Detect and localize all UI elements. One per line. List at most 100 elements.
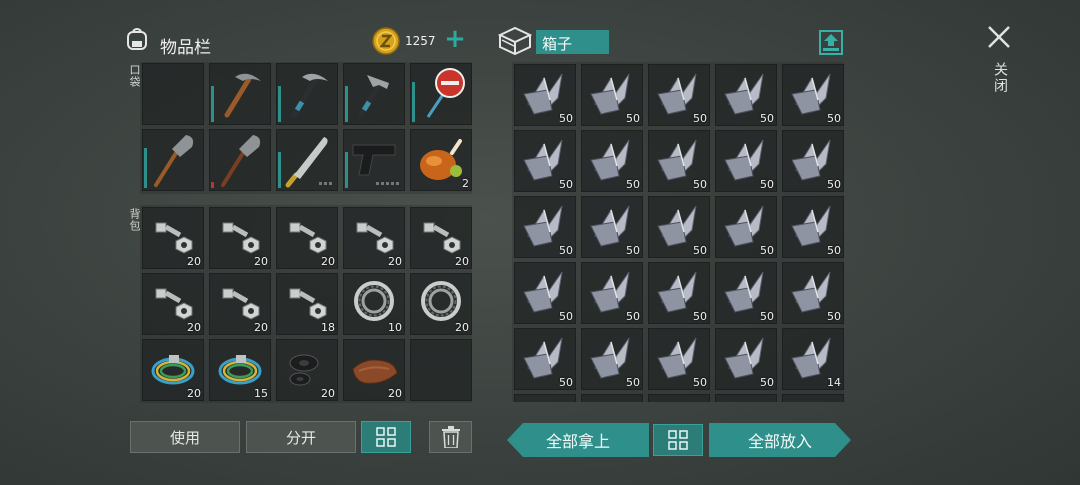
box-slot[interactable]: 50 [648,196,710,258]
pocket-slot-shovel[interactable] [209,129,271,191]
upload-icon [819,30,843,55]
slot-quantity: 50 [827,178,841,191]
box-slot[interactable]: 50 [581,130,643,192]
box-slot[interactable]: 50 [648,64,710,126]
trash-button[interactable] [429,421,472,453]
pocket-slot-pistol[interactable] [343,129,405,191]
box-slot[interactable]: 50 [581,262,643,324]
slot-quantity: 20 [455,321,469,334]
pocket-slot-pickaxe[interactable] [209,63,271,125]
box-slot[interactable]: 50 [514,64,576,126]
slot-quantity: 20 [187,255,201,268]
shovel-icon [154,135,194,187]
box-slot-partial[interactable] [648,394,710,402]
slot-quantity: 50 [626,112,640,125]
backpack-slot[interactable]: 20 [410,207,472,269]
box-slot[interactable]: 50 [581,328,643,390]
close-label: 关闭 [992,62,1008,94]
box-slot[interactable]: 50 [514,196,576,258]
backpack-slot[interactable]: 20 [209,273,271,335]
box-slot[interactable]: 14 [782,328,844,390]
box-slot[interactable]: 50 [581,64,643,126]
pocket-slot-pickaxe[interactable] [276,63,338,125]
box-slot-partial[interactable] [782,394,844,402]
sort-box-button[interactable] [653,424,703,456]
backpack-slot[interactable]: 20 [343,339,405,401]
put-all-button[interactable]: 全部放入 [709,423,851,457]
coin-icon [372,27,400,55]
box-slot[interactable]: 50 [715,130,777,192]
box-slot-partial[interactable] [514,394,576,402]
close-button[interactable] [986,24,1012,50]
backpack-slot[interactable]: 20 [142,273,204,335]
slot-quantity: 20 [187,387,201,400]
slot-quantity: 50 [559,112,573,125]
box-slot[interactable]: 50 [514,262,576,324]
slot-quantity: 20 [388,387,402,400]
box-slot[interactable]: 50 [715,64,777,126]
slot-quantity: 20 [254,255,268,268]
slot-quantity: 50 [559,178,573,191]
slot-quantity: 50 [693,310,707,323]
box-slot[interactable]: 50 [648,328,710,390]
backpack-slot[interactable]: 20 [209,207,271,269]
pocket-slot-stop-sign[interactable] [410,63,472,125]
backpack-slot[interactable]: 15 [209,339,271,401]
box-slot[interactable]: 50 [514,130,576,192]
pocket-slot-machete[interactable] [276,129,338,191]
box-slot[interactable]: 50 [514,328,576,390]
box-slot[interactable]: 50 [782,64,844,126]
backpack-slot[interactable]: 20 [142,207,204,269]
backpack-slot[interactable]: 20 [410,273,472,335]
hammer-icon [358,75,389,118]
slot-quantity: 50 [559,376,573,389]
split-button[interactable]: 分开 [246,421,356,453]
box-slot[interactable]: 50 [782,196,844,258]
add-coins-button[interactable]: + [444,24,466,54]
backpack-icon [124,26,150,52]
box-slot[interactable]: 50 [715,262,777,324]
box-slot[interactable]: 50 [782,262,844,324]
slot-quantity: 2 [462,177,469,190]
slot-quantity: 50 [693,178,707,191]
pocket-slot-empty[interactable] [142,63,204,125]
backpack-slot[interactable]: 20 [343,207,405,269]
backpack-slot[interactable]: 20 [276,207,338,269]
backpack-slot[interactable]: 10 [343,273,405,335]
slot-quantity: 50 [626,310,640,323]
backpack-slot[interactable]: 18 [276,273,338,335]
box-slot[interactable]: 50 [715,328,777,390]
slot-quantity: 50 [760,244,774,257]
slot-quantity: 20 [388,255,402,268]
backpack-slot[interactable]: 20 [276,339,338,401]
box-slot[interactable]: 50 [581,196,643,258]
backpack-slot[interactable]: 20 [142,339,204,401]
pocket-slot-roast-chicken[interactable]: 2 [410,129,472,191]
upload-button[interactable] [818,28,844,56]
box-slot[interactable]: 50 [715,196,777,258]
slot-quantity: 50 [827,112,841,125]
pocket-slot-hammer[interactable] [343,63,405,125]
grid-icon [668,430,688,450]
box-slot-partial[interactable] [715,394,777,402]
use-button[interactable]: 使用 [130,421,240,453]
sort-inventory-button[interactable] [361,421,411,453]
take-all-button[interactable]: 全部拿上 [507,423,649,457]
backpack-slot-empty[interactable] [410,339,472,401]
box-slot[interactable]: 50 [782,130,844,192]
pickaxe-icon [291,73,328,118]
pocket-slot-shovel[interactable] [142,129,204,191]
slot-quantity: 20 [321,255,335,268]
grid-icon [376,427,396,447]
box-slot[interactable]: 50 [648,130,710,192]
slot-quantity: 15 [254,387,268,400]
slot-quantity: 50 [626,178,640,191]
slot-quantity: 50 [827,244,841,257]
close-icon [988,26,1010,48]
box-slot[interactable]: 50 [648,262,710,324]
slot-quantity: 14 [827,376,841,389]
box-slot-partial[interactable] [581,394,643,402]
slot-quantity: 50 [626,376,640,389]
backpack-label: 背包 [128,208,141,232]
pickaxe-icon [224,73,261,118]
